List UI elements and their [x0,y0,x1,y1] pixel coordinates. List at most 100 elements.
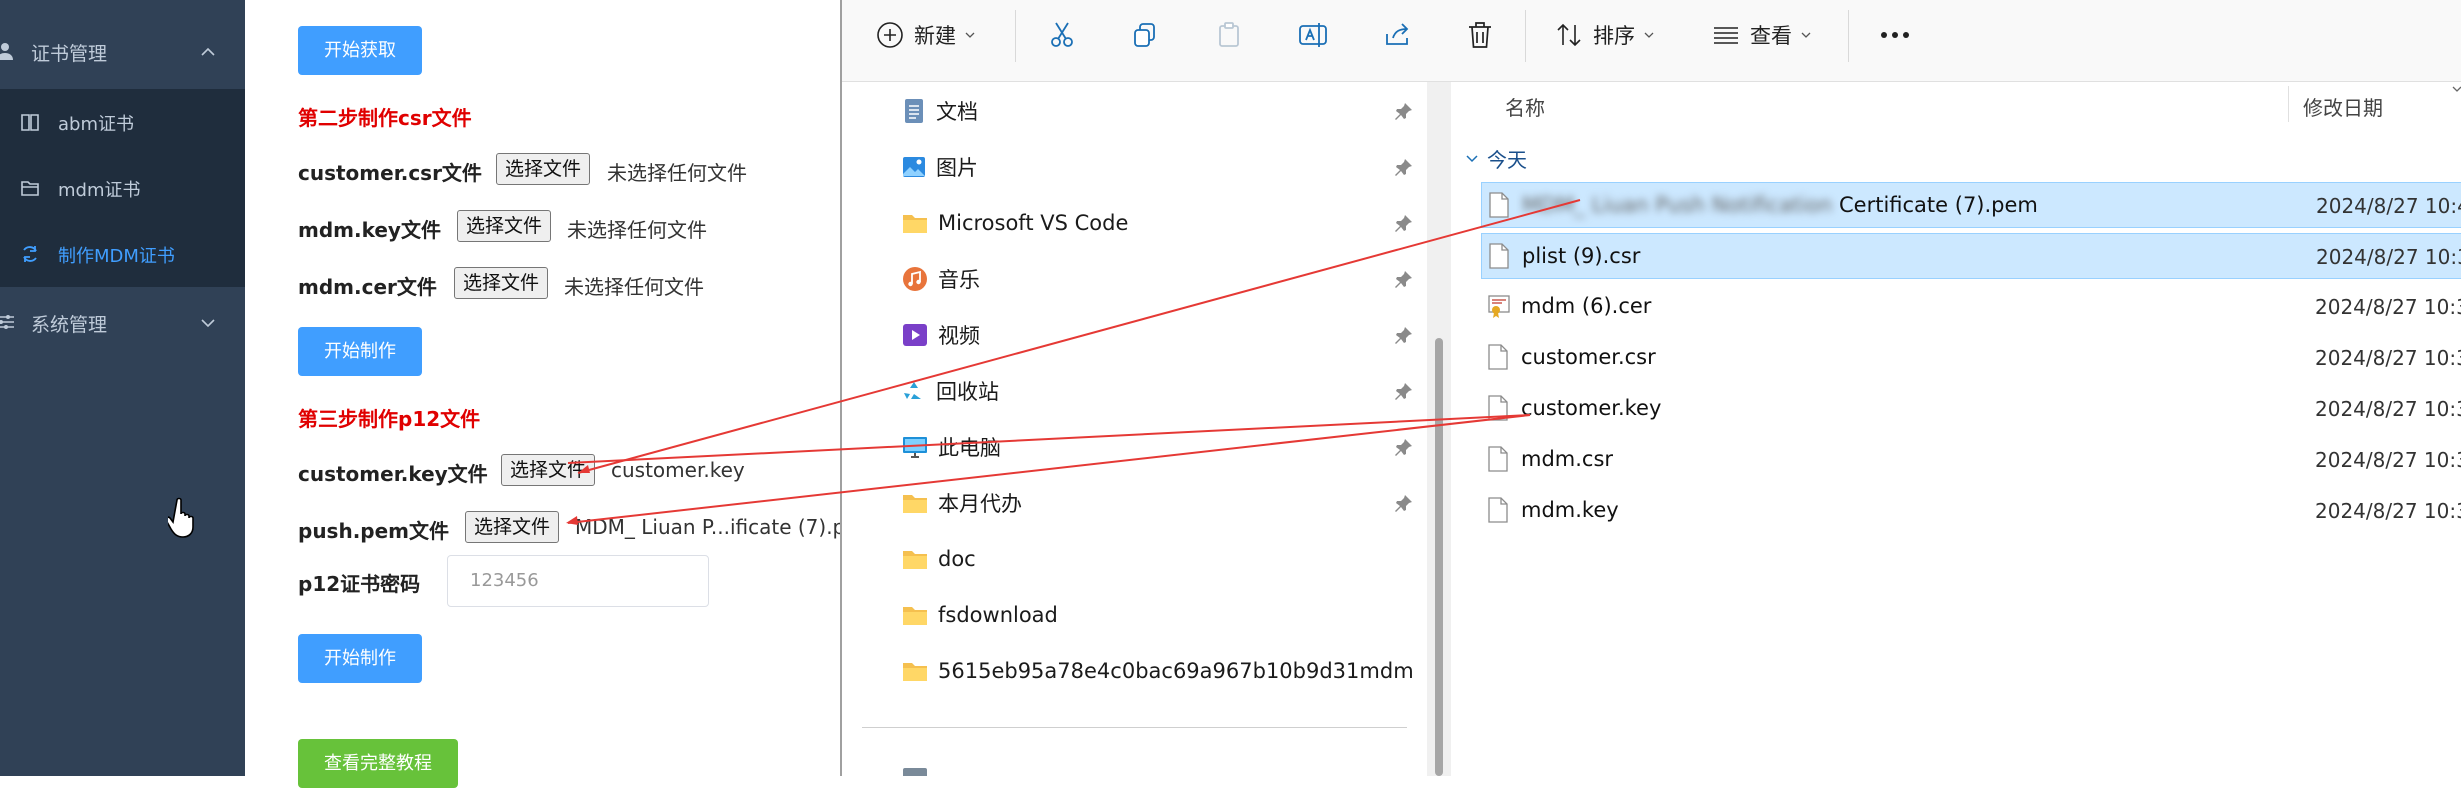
sidebar-item-label: 制作MDM证书 [58,246,175,267]
drive-icon [903,768,927,776]
copy-icon [1134,23,1155,47]
nav-item-label: 本月代办 [938,492,1022,516]
file-name: mdm.csr [1521,447,1614,471]
p12-password-label: p12证书密码 [298,572,421,596]
delete-button[interactable] [1466,0,1494,70]
push-pem-choose-button[interactable]: 选择文件 [465,511,560,543]
sidebar-item-label: abm证书 [58,114,134,135]
pin-icon[interactable] [1395,270,1413,288]
mdm-cer-choose-button[interactable]: 选择文件 [454,267,549,299]
mdm-key-label: mdm.key文件 [298,218,441,242]
step2-title: 第二步制作csr文件 [298,106,472,130]
file-row[interactable]: mdm.key 2024/8/27 10:31 [1481,488,2461,534]
sidebar-group-label: 系统管理 [31,313,108,336]
sidebar-group-system-management[interactable]: 系统管理 [0,289,245,357]
column-header-modified[interactable]: 修改日期 [2303,92,2383,121]
pin-icon[interactable] [1395,438,1413,456]
explorer-toolbar: 新建 排序 查看 [842,0,2461,82]
pin-icon[interactable] [1395,382,1413,400]
sidebar-item-make-mdm-cert[interactable]: 制作MDM证书 [0,221,245,287]
file-row[interactable]: plist (9).csr 2024/8/27 10:36 [1481,233,2461,279]
sidebar-item-mdm-cert[interactable]: mdm证书 [0,155,245,221]
mdm-cer-label: mdm.cer文件 [298,275,437,299]
pin-icon[interactable] [1395,158,1413,176]
sidebar-item-abm-cert[interactable]: abm证书 [0,89,245,155]
file-icon [1488,446,1508,472]
nav-scrollbar-thumb[interactable] [1435,338,1443,776]
recycle-bin-icon [904,382,921,399]
p12-password-input[interactable]: 123456 [447,555,709,607]
view-label: 查看 [1750,24,1792,48]
more-options-button[interactable] [1880,0,1910,70]
nav-item-fsdownload[interactable]: fsdownload [902,595,1058,635]
file-name: customer.csr [1521,345,1656,369]
file-row[interactable]: customer.key 2024/8/27 10:31 [1481,386,2461,432]
folder-icon [903,607,927,625]
file-name: mdm (6).cer [1521,294,1652,318]
nav-item-this-pc[interactable]: 此电脑 [902,427,1001,467]
view-button[interactable]: 查看 [1712,0,1812,70]
nav-item-monthly-todo[interactable]: 本月代办 [902,483,1022,523]
toolbar-divider [1848,10,1849,62]
file-row[interactable]: MDM_ Liuan Push Notification Certificate… [1481,182,2461,228]
nav-item-documents[interactable]: 文档 [902,91,978,131]
view-tutorial-button[interactable]: 查看完整教程 [298,739,458,788]
file-row[interactable]: customer.csr 2024/8/27 10:31 [1481,335,2461,381]
folder-icon [903,495,927,513]
sidebar-item-label: mdm证书 [58,180,141,201]
share-button[interactable] [1383,0,1413,70]
nav-item-music[interactable]: 音乐 [902,259,980,299]
group-header-today[interactable]: 今天 [1465,144,1527,173]
nav-item-doc[interactable]: doc [902,539,976,579]
sidebar: 证书管理 abm证书 mdm证书 制作MDM证书 系统管理 [0,0,245,776]
nav-item-mdm-folder[interactable]: 5615eb95a78e4c0bac69a967b10b9d31mdm [902,651,1414,691]
customer-csr-choose-button[interactable]: 选择文件 [496,153,591,185]
file-name: MDM_ Liuan Push Notification Certificate… [1522,193,2038,217]
column-divider[interactable] [2288,86,2289,122]
copy-button[interactable] [1130,0,1160,70]
chevron-up-icon [201,47,215,56]
new-button[interactable]: 新建 [876,0,976,70]
certificate-file-icon [1488,295,1510,318]
pin-icon[interactable] [1395,102,1413,120]
plus-circle-icon [877,22,903,48]
nav-item-videos[interactable]: 视频 [902,315,980,355]
file-icon [1488,497,1508,523]
nav-scrollbar[interactable] [1427,82,1451,776]
nav-item-recycle-bin[interactable]: 回收站 [902,371,999,411]
nav-item-label: 图片 [936,156,978,180]
sidebar-group-cert-management[interactable]: 证书管理 [0,18,245,86]
file-row[interactable]: mdm (6).cer 2024/8/27 10:34 [1481,284,2461,330]
cut-button[interactable] [1047,0,1077,70]
pin-icon[interactable] [1395,494,1413,512]
file-name-visible: Certificate (7).pem [1839,193,2038,217]
file-date: 2024/8/27 10:31 [2315,448,2461,472]
trash-icon [1469,22,1491,48]
mdm-key-filename: 未选择任何文件 [567,218,707,242]
document-icon [905,99,923,123]
customer-key-choose-button[interactable]: 选择文件 [501,454,596,486]
toolbar-divider [1015,10,1016,62]
start-make-csr-button[interactable]: 开始制作 [298,327,422,376]
sort-label: 排序 [1593,24,1635,48]
push-pem-label: push.pem文件 [298,519,450,543]
start-fetch-button[interactable]: 开始获取 [298,26,422,75]
chevron-down-icon [1644,32,1654,38]
more-dots-icon [1881,32,1909,38]
paste-button[interactable] [1214,0,1244,70]
file-icon [1488,395,1508,421]
file-date: 2024/8/27 10:44 [2316,194,2461,218]
pin-icon[interactable] [1395,214,1413,232]
nav-item-pictures[interactable]: 图片 [902,147,978,187]
sort-button[interactable]: 排序 [1555,0,1655,70]
column-header-name[interactable]: 名称 [1505,92,1545,121]
nav-item-label: Microsoft VS Code [938,211,1129,235]
pin-icon[interactable] [1395,326,1413,344]
sort-icon [1557,23,1581,47]
rename-button[interactable] [1298,0,1330,70]
start-make-p12-button[interactable]: 开始制作 [298,634,422,683]
file-row[interactable]: mdm.csr 2024/8/27 10:31 [1481,437,2461,483]
mdm-key-choose-button[interactable]: 选择文件 [457,210,552,242]
pictures-icon [903,157,925,177]
nav-item-vscode[interactable]: Microsoft VS Code [902,203,1128,243]
